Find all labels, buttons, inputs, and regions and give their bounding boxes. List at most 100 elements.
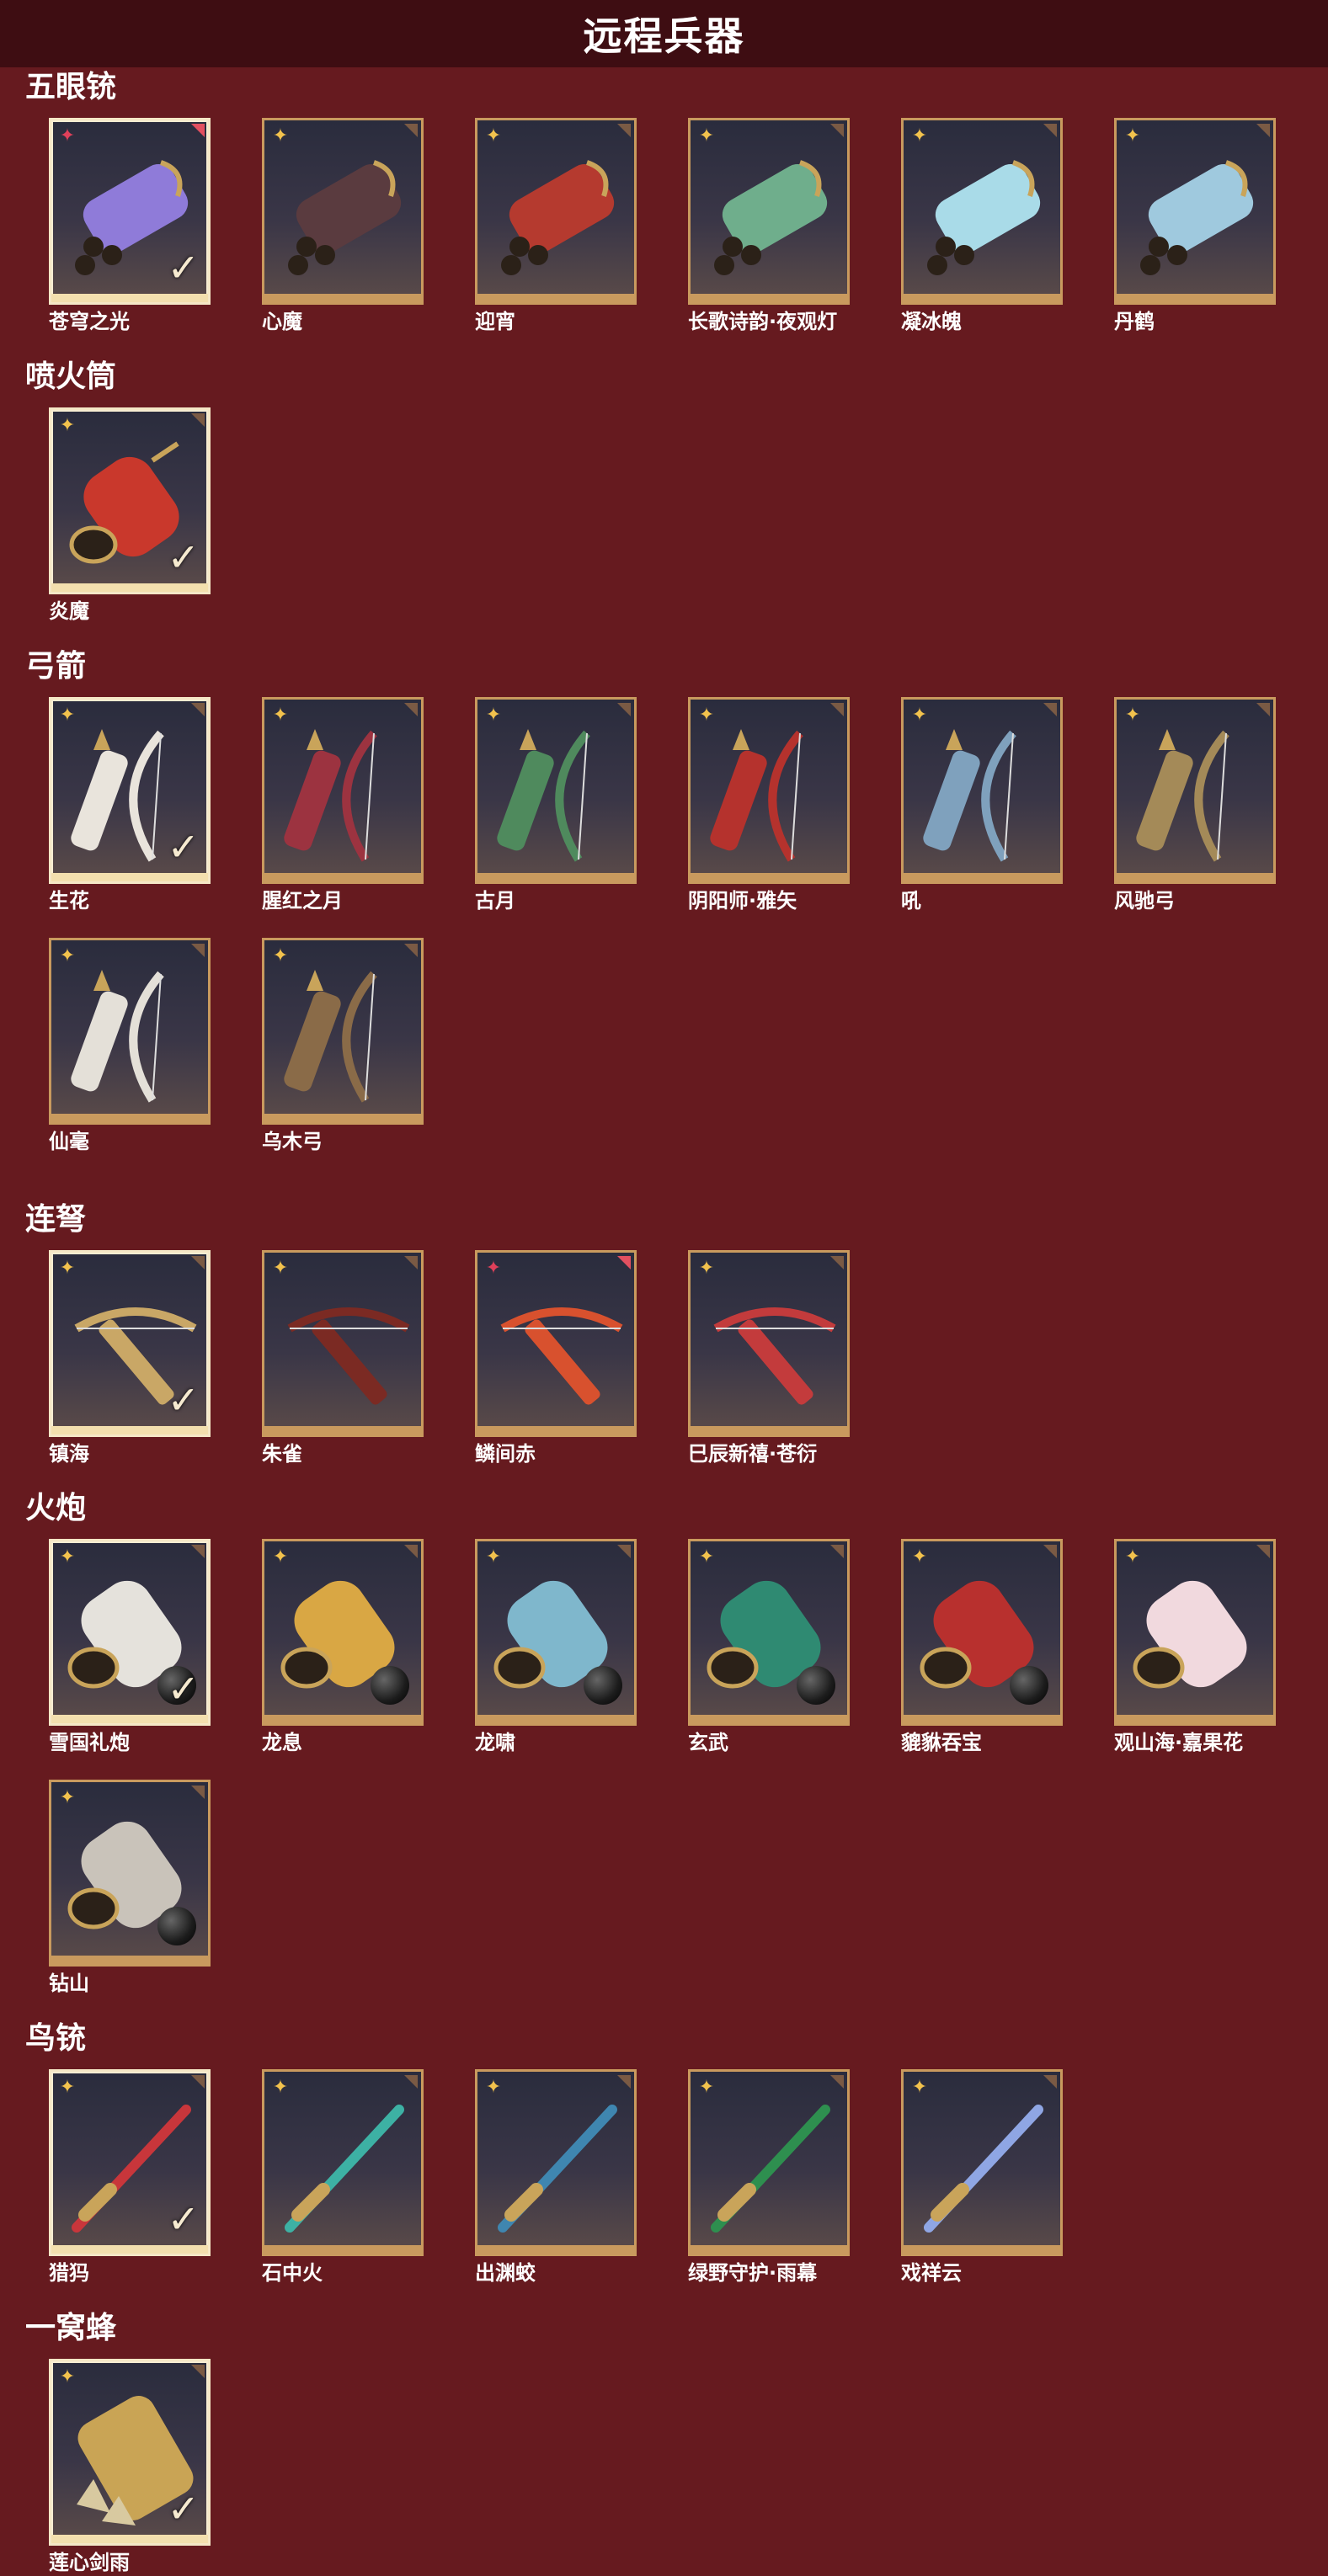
corner-tag-icon [1256, 124, 1270, 137]
weapon-card[interactable]: ✦ ✓ 生花 [49, 697, 211, 914]
section-title: 喷火筒 [25, 359, 117, 394]
rarity-star-icon: ✦ [911, 2077, 928, 2098]
weapon-thumbnail[interactable]: ✦ [475, 1539, 637, 1726]
five-barrel-gun-icon [501, 160, 615, 275]
weapon-thumbnail[interactable]: ✦ ✓ [49, 697, 211, 884]
weapon-thumbnail[interactable]: ✦ [688, 1539, 850, 1726]
weapon-card[interactable]: ✦ 风驰弓 [1114, 697, 1276, 914]
bow-icon [1136, 729, 1229, 862]
cannonball-icon [157, 1907, 196, 1945]
weapon-card[interactable]: ✦ 戏祥云 [901, 2069, 1063, 2286]
weapon-name: 迎宵 [475, 310, 515, 333]
weapon-card[interactable]: ✦ 长歌诗韵·夜观灯 [688, 118, 850, 335]
weapon-thumbnail[interactable]: ✦ [475, 697, 637, 884]
weapon-card[interactable]: ✦ 朱雀 [262, 1250, 424, 1467]
weapon-thumbnail[interactable]: ✦ [262, 697, 424, 884]
cannonball-icon [1010, 1666, 1048, 1705]
weapon-thumbnail[interactable]: ✦ [49, 938, 211, 1125]
weapon-thumbnail[interactable]: ✦ [901, 697, 1063, 884]
weapon-card[interactable]: ✦ 鳞间赤 [475, 1250, 637, 1467]
weapon-card[interactable]: ✦ ✓ 镇海 [49, 1250, 211, 1467]
corner-tag-icon [830, 2075, 844, 2089]
section-title: 一窝蜂 [25, 2311, 117, 2345]
weapon-name: 玄武 [688, 1731, 728, 1754]
owned-check-icon: ✓ [167, 824, 200, 870]
weapon-card[interactable]: ✦ 阴阳师·雅矢 [688, 697, 850, 914]
weapon-name: 炎魔 [49, 599, 89, 623]
weapon-thumbnail[interactable]: ✦ [1114, 1539, 1276, 1726]
weapon-thumbnail[interactable]: ✦ [688, 2069, 850, 2256]
weapon-thumbnail[interactable]: ✦ [262, 118, 424, 305]
rarity-star-icon: ✦ [59, 1546, 76, 1567]
weapon-card[interactable]: ✦ 腥红之月 [262, 697, 424, 914]
weapon-card[interactable]: ✦ 仙毫 [49, 938, 211, 1155]
weapon-card[interactable]: ✦ 龙啸 [475, 1539, 637, 1756]
corner-tag-icon [830, 1256, 844, 1269]
weapon-thumbnail[interactable]: ✦ [262, 1539, 424, 1726]
weapon-card[interactable]: ✦ 古月 [475, 697, 637, 914]
musket-icon [285, 2105, 404, 2233]
weapon-card[interactable]: ✦ 石中火 [262, 2069, 424, 2286]
weapon-thumbnail[interactable]: ✦ ✓ [49, 407, 211, 594]
weapon-name: 长歌诗韵·夜观灯 [688, 310, 838, 333]
bow-icon [710, 729, 803, 862]
weapon-thumbnail[interactable]: ✦ [262, 2069, 424, 2256]
weapon-name: 朱雀 [262, 1442, 302, 1466]
weapon-thumbnail[interactable]: ✦ [688, 118, 850, 305]
weapon-thumbnail[interactable]: ✦ [475, 118, 637, 305]
weapon-thumbnail[interactable]: ✦ [688, 1250, 850, 1437]
weapon-card[interactable]: ✦ 玄武 [688, 1539, 850, 1756]
weapon-thumbnail[interactable]: ✦ ✓ [49, 118, 211, 305]
weapon-card[interactable]: ✦ ✓ 炎魔 [49, 407, 211, 625]
weapon-thumbnail[interactable]: ✦ [1114, 697, 1276, 884]
five-barrel-gun-icon [927, 160, 1041, 275]
rarity-star-icon: ✦ [485, 125, 502, 146]
weapon-card[interactable]: ✦ 貔貅吞宝 [901, 1539, 1063, 1756]
weapon-thumbnail[interactable]: ✦ ✓ [49, 2069, 211, 2256]
weapon-thumbnail[interactable]: ✦ [1114, 118, 1276, 305]
weapon-card[interactable]: ✦ 龙息 [262, 1539, 424, 1756]
weapon-card[interactable]: ✦ 乌木弓 [262, 938, 424, 1155]
weapon-thumbnail[interactable]: ✦ ✓ [49, 1250, 211, 1437]
crossbow-icon [500, 1307, 623, 1405]
weapon-name: 古月 [475, 889, 515, 913]
corner-tag-icon [617, 2075, 631, 2089]
weapon-card[interactable]: ✦ ✓ 苍穹之光 [49, 118, 211, 335]
weapon-card[interactable]: ✦ 出渊蛟 [475, 2069, 637, 2286]
weapon-card[interactable]: ✦ 观山海·嘉果花 [1114, 1539, 1276, 1756]
weapon-thumbnail[interactable]: ✦ [475, 2069, 637, 2256]
weapon-thumbnail[interactable]: ✦ [262, 1250, 424, 1437]
rarity-star-icon: ✦ [272, 125, 289, 146]
weapon-card[interactable]: ✦ 钻山 [49, 1780, 211, 1997]
weapon-card[interactable]: ✦ 凝冰魄 [901, 118, 1063, 335]
cannonball-icon [371, 1666, 409, 1705]
weapon-thumbnail[interactable]: ✦ [901, 118, 1063, 305]
weapon-card[interactable]: ✦ 丹鹤 [1114, 118, 1276, 335]
weapon-thumbnail[interactable]: ✦ [901, 1539, 1063, 1726]
musket-icon [924, 2105, 1043, 2233]
weapon-name: 戏祥云 [901, 2261, 962, 2285]
weapon-thumbnail[interactable]: ✦ [475, 1250, 637, 1437]
rarity-star-icon: ✦ [698, 1546, 715, 1567]
weapon-card[interactable]: ✦ 迎宵 [475, 118, 637, 335]
five-barrel-gun-icon [714, 160, 828, 275]
weapon-name: 貔貅吞宝 [901, 1731, 982, 1754]
weapon-card[interactable]: ✦ 心魔 [262, 118, 424, 335]
weapon-card[interactable]: ✦ ✓ 莲心剑雨 [49, 2359, 211, 2576]
rarity-star-icon: ✦ [485, 2077, 502, 2098]
corner-tag-icon [1043, 124, 1057, 137]
weapon-thumbnail[interactable]: ✦ [688, 697, 850, 884]
weapon-card[interactable]: ✦ 巳辰新禧·苍衍 [688, 1250, 850, 1467]
rarity-star-icon: ✦ [911, 1546, 928, 1567]
weapon-card[interactable]: ✦ ✓ 猎犸 [49, 2069, 211, 2286]
weapon-thumbnail[interactable]: ✦ [262, 938, 424, 1125]
weapon-card[interactable]: ✦ ✓ 雪国礼炮 [49, 1539, 211, 1756]
weapon-card[interactable]: ✦ 吼 [901, 697, 1063, 914]
weapon-card[interactable]: ✦ 绿野守护·雨幕 [688, 2069, 850, 2286]
rarity-star-icon: ✦ [911, 705, 928, 726]
rarity-star-icon: ✦ [272, 705, 289, 726]
weapon-thumbnail[interactable]: ✦ ✓ [49, 2359, 211, 2546]
weapon-thumbnail[interactable]: ✦ [49, 1780, 211, 1967]
weapon-thumbnail[interactable]: ✦ [901, 2069, 1063, 2256]
weapon-thumbnail[interactable]: ✦ ✓ [49, 1539, 211, 1726]
